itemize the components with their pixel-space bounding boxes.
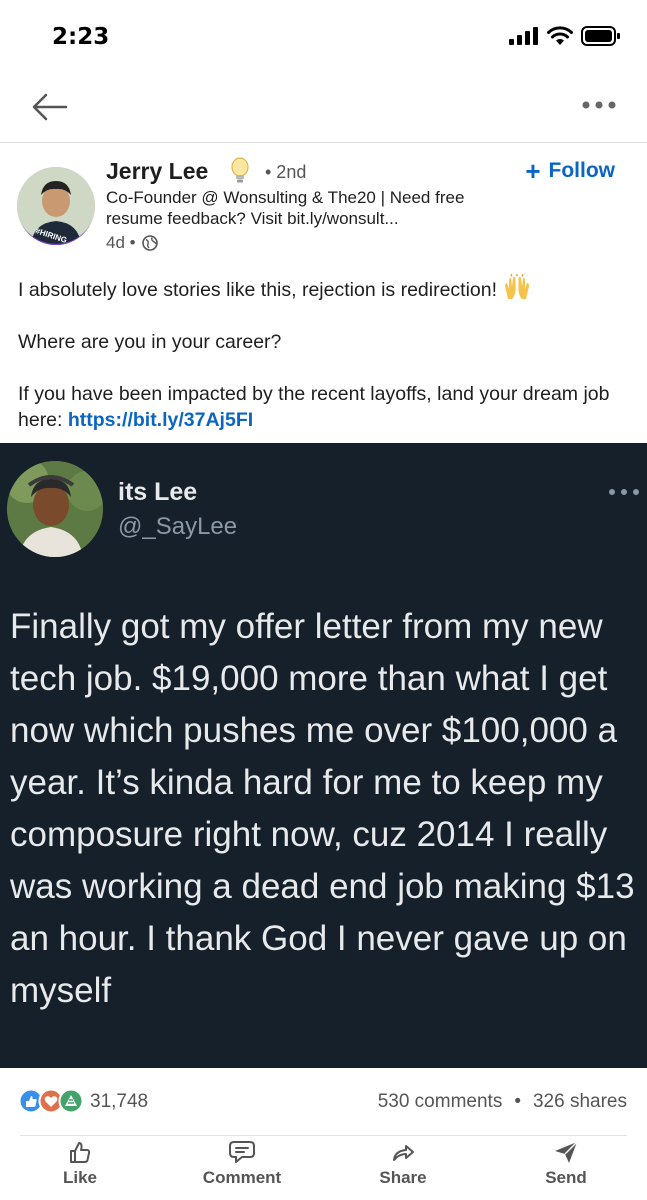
celebrate-reaction-icon xyxy=(58,1088,84,1114)
post-line-2: Where are you in your career? xyxy=(18,331,282,353)
lightbulb-icon xyxy=(231,157,249,183)
action-bar: Like Comment Share Send xyxy=(0,1140,647,1200)
divider xyxy=(0,142,647,143)
back-button[interactable] xyxy=(30,90,70,124)
comment-button[interactable]: Comment xyxy=(182,1140,302,1188)
back-arrow-icon xyxy=(32,93,68,121)
wifi-icon xyxy=(547,26,573,45)
globe-icon xyxy=(141,235,158,251)
comment-icon xyxy=(229,1141,255,1163)
share-count[interactable]: 326 shares xyxy=(533,1091,627,1113)
social-counts: 31,748 530 comments • 326 shares xyxy=(0,1082,647,1122)
reactions-icons[interactable] xyxy=(18,1088,86,1114)
post-meta: 4d • xyxy=(106,233,158,253)
follow-label: Follow xyxy=(548,159,616,182)
author-avatar[interactable]: #HIRING xyxy=(17,167,95,245)
signal-icon xyxy=(509,27,538,45)
comment-count[interactable]: 530 comments xyxy=(378,1091,503,1113)
more-dots-icon xyxy=(582,101,616,109)
tweet-author-handle: @_SayLee xyxy=(118,513,238,540)
author-headline: Co-Founder @ Wonsulting & The20 | Need f… xyxy=(106,188,465,228)
battery-icon xyxy=(581,26,620,46)
reaction-count[interactable]: 31,748 xyxy=(90,1091,148,1113)
follow-button[interactable]: + Follow xyxy=(525,158,615,184)
share-button[interactable]: Share xyxy=(343,1140,463,1188)
tweet-body: Finally got my offer letter from my new … xyxy=(10,607,635,1010)
like-button[interactable]: Like xyxy=(20,1140,140,1188)
post-line-1: I absolutely love stories like this, rej… xyxy=(18,279,498,301)
post-age: 4d • xyxy=(106,233,136,252)
comments-shares: 530 comments • 326 shares xyxy=(378,1091,627,1113)
send-icon xyxy=(555,1141,578,1163)
tweet-image[interactable]: its Lee @_SayLee Finally got my offer le… xyxy=(0,443,647,1068)
share-arrow-icon xyxy=(393,1145,414,1161)
status-bar: 2:23 xyxy=(0,0,647,70)
divider xyxy=(20,1135,627,1136)
author-name[interactable]: Jerry Lee xyxy=(106,158,208,185)
tweet-avatar xyxy=(7,461,103,557)
post-link[interactable]: https://bit.ly/37Aj5FI xyxy=(68,409,253,431)
raised-hands-icon xyxy=(505,274,530,299)
like-label: Like xyxy=(62,1168,98,1187)
plus-icon: + xyxy=(525,156,541,186)
more-dots-icon xyxy=(609,489,639,495)
separator-dot: • xyxy=(514,1091,521,1112)
status-time: 2:23 xyxy=(52,24,110,50)
connection-degree: • 2nd xyxy=(265,162,307,182)
send-label: Send xyxy=(545,1168,587,1187)
status-icons xyxy=(509,26,621,46)
comment-label: Comment xyxy=(202,1168,282,1187)
nav-bar xyxy=(0,72,647,142)
send-button[interactable]: Send xyxy=(506,1140,626,1188)
post-text: I absolutely love stories like this, rej… xyxy=(18,274,628,433)
thumbs-up-icon xyxy=(70,1142,91,1163)
tweet-author-name: its Lee xyxy=(118,478,198,506)
more-options-button[interactable] xyxy=(581,97,617,113)
share-label: Share xyxy=(379,1168,427,1187)
